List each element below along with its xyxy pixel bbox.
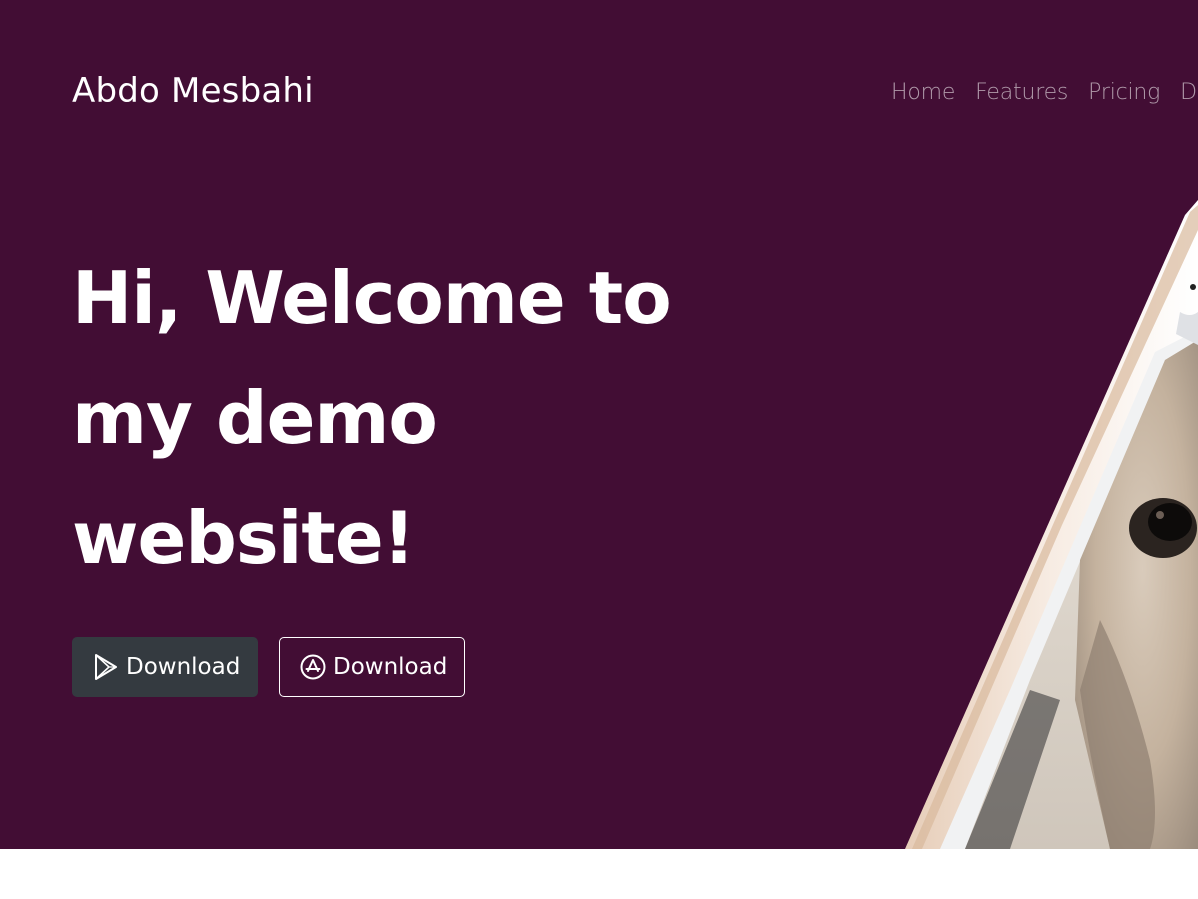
headline-line-2: my demo <box>72 376 438 460</box>
nav-link-home[interactable]: Home <box>891 76 955 110</box>
app-store-icon <box>300 654 326 680</box>
headline-line-3: website! <box>72 496 416 580</box>
brand-logo[interactable]: Abdo Mesbahi <box>72 68 314 114</box>
headline-line-1: Hi, Welcome to <box>72 256 672 340</box>
google-play-download-button[interactable]: Download <box>72 637 258 697</box>
page-below-hero <box>0 849 1198 899</box>
hero-headline: Hi, Welcome to my demo website! <box>72 238 792 598</box>
nav-link-partial[interactable]: D <box>1180 76 1197 110</box>
nav-link-pricing[interactable]: Pricing <box>1088 76 1160 110</box>
google-play-download-label: Download <box>126 654 241 680</box>
main-nav: Home Features Pricing D <box>891 76 1197 110</box>
google-play-icon <box>93 654 119 680</box>
hero-section: Abdo Mesbahi Home Features Pricing D Hi,… <box>0 0 1198 849</box>
nav-link-features[interactable]: Features <box>975 76 1068 110</box>
app-store-download-button[interactable]: Download <box>279 637 465 697</box>
app-store-download-label: Download <box>333 654 448 680</box>
